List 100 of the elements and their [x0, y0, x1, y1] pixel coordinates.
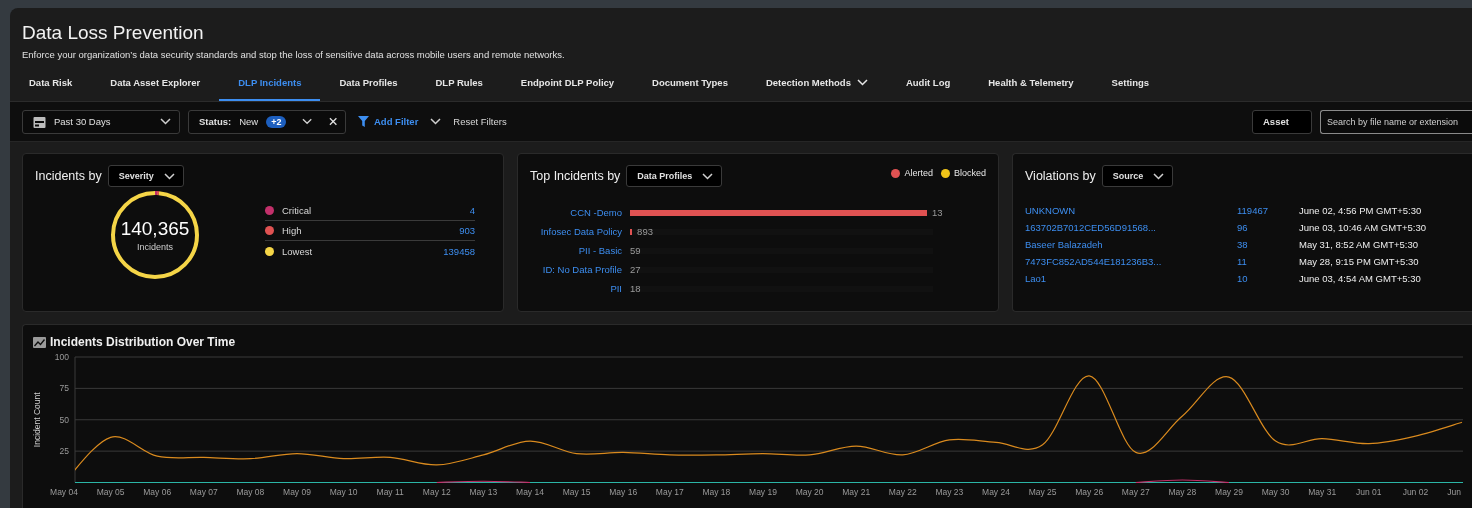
source-link[interactable]: Lao1	[1025, 273, 1237, 284]
axis-tick-label: May 30	[1261, 487, 1290, 497]
last-seen-time: June 03, 10:46 AM GMT+5:30	[1299, 222, 1427, 233]
axis-tick-label: Jun 02	[1402, 487, 1429, 497]
group-by-select[interactable]: Severity	[107, 165, 184, 187]
severity-count[interactable]: 903	[459, 225, 475, 236]
axis-tick-label: May 09	[283, 487, 311, 497]
source-link[interactable]: Baseer Balazadeh	[1025, 239, 1237, 250]
source-link[interactable]: 7473FC852AD544E181236B3...	[1025, 256, 1237, 267]
chevron-down-icon[interactable]	[430, 118, 442, 125]
add-filter-button[interactable]: Add Filter	[354, 116, 423, 127]
card-title: Incidents by	[35, 169, 102, 183]
card-title: Incidents Distribution Over Time	[50, 335, 236, 349]
axis-tick-label: May 12	[422, 487, 451, 497]
nav-tab[interactable]: Document Types	[633, 68, 747, 101]
profile-link[interactable]: PII - Basic	[530, 244, 622, 258]
source-link[interactable]: 163702B7012CED56D91568...	[1025, 222, 1237, 233]
axis-tick-label: May 27	[1121, 487, 1150, 497]
count-badge: +2	[266, 115, 287, 128]
nav-tab[interactable]: Detection Methods	[746, 68, 887, 101]
legend-label: Blocked	[953, 168, 986, 178]
date-range-select[interactable]: Past 30 Days	[22, 109, 180, 134]
axis-tick-label: May 23	[935, 487, 964, 497]
axis-tick-label: May 11	[376, 487, 404, 497]
axis-tick-label: 25	[59, 446, 69, 457]
last-seen-time: May 31, 8:52 AM GMT+5:30	[1299, 239, 1420, 250]
source-link[interactable]: UNKNOWN	[1025, 205, 1237, 216]
axis-tick-label: May 18	[702, 487, 731, 497]
violation-count[interactable]: 11	[1237, 256, 1299, 267]
page-subtitle: Enforce your organization’s data security standards and stop the loss of sensitive data across mobile users and remote networks.	[22, 49, 566, 60]
axis-tick-label: 50	[59, 414, 69, 425]
axis-tick-label: May 20	[795, 487, 824, 497]
profile-link[interactable]: CCN -Demo	[530, 206, 622, 220]
chevron-down-icon	[702, 172, 714, 180]
severity-label: Lowest	[282, 245, 314, 257]
last-seen-time: June 03, 4:54 AM GMT+5:30	[1299, 273, 1422, 284]
severity-label: High	[282, 225, 303, 236]
last-seen-time: May 28, 9:15 PM GMT+5:30	[1299, 256, 1420, 267]
axis-tick-label: May 14	[516, 487, 544, 497]
axis-tick-label: May 28	[1168, 487, 1197, 497]
axis-tick-label: 100	[54, 352, 69, 362]
violation-count[interactable]: 10	[1237, 273, 1299, 284]
legend-label: Alerted	[904, 168, 933, 178]
profile-link[interactable]: ID: No Data Profile	[530, 263, 622, 277]
nav-tab[interactable]: Endpoint DLP Policy	[501, 68, 634, 101]
close-icon[interactable]	[328, 117, 337, 126]
chevron-down-icon	[1153, 172, 1165, 180]
group-by-select[interactable]: Data Profiles	[626, 165, 723, 187]
bar-value: 13	[931, 206, 943, 220]
axis-tick-label: May 31	[1308, 487, 1337, 497]
line-chart-icon	[33, 336, 46, 348]
axis-tick-label: May 17	[655, 487, 684, 497]
bar-value: 893	[637, 225, 653, 239]
axis-tick-label: Jun	[1447, 487, 1461, 497]
axis-tick-label: May 24	[982, 487, 1010, 497]
filter-icon	[358, 116, 369, 127]
severity-count[interactable]: 4	[469, 205, 475, 216]
nav-tab[interactable]: Settings	[1092, 68, 1169, 101]
violation-count[interactable]: 38	[1237, 239, 1299, 250]
bar-value: 59	[630, 244, 641, 258]
axis-tick-label: May 19	[749, 487, 777, 497]
violation-count[interactable]: 119467	[1237, 205, 1299, 216]
asset-select[interactable]: Asset	[1252, 109, 1312, 134]
status-filter[interactable]: Status: New +2	[188, 109, 346, 134]
nav-tab[interactable]: Health & Telemetry	[969, 68, 1093, 101]
nav-tab[interactable]: Data Profiles	[320, 68, 417, 101]
axis-tick-label: May 08	[236, 487, 265, 497]
total-count: 140,365	[120, 218, 190, 240]
last-seen-time: June 02, 4:56 PM GMT+5:30	[1299, 205, 1423, 216]
total-label: Incidents	[137, 242, 173, 252]
reset-filters-button[interactable]: Reset Filters	[449, 116, 511, 127]
profile-link[interactable]: PII	[530, 282, 622, 296]
severity-count[interactable]: 139458	[443, 245, 475, 257]
nav-tab[interactable]: Data Risk	[10, 68, 92, 101]
axis-tick-label: May 04	[50, 487, 78, 497]
group-by-select[interactable]: Source	[1101, 165, 1174, 187]
nav-tab[interactable]: Audit Log	[886, 68, 970, 101]
card-title: Top Incidents by	[530, 169, 621, 183]
page-title: Data Loss Prevention	[22, 22, 205, 44]
nav-tab[interactable]: DLP Rules	[416, 68, 502, 101]
axis-tick-label: May 16	[609, 487, 638, 497]
search-field[interactable]: Search by file name or extension	[1320, 109, 1472, 134]
axis-tick-label: May 22	[888, 487, 917, 497]
axis-tick-label: May 10	[329, 487, 358, 497]
bar-value: 27	[630, 263, 641, 277]
axis-tick-label: May 29	[1215, 487, 1243, 497]
axis-tick-label: May 05	[96, 487, 125, 497]
nav-tab[interactable]: Data Asset Explorer	[91, 68, 220, 101]
axis-tick-label: May 06	[143, 487, 172, 497]
bar-value: 18	[630, 282, 641, 296]
violation-count[interactable]: 96	[1237, 222, 1299, 233]
chevron-down-icon	[160, 118, 171, 125]
axis-tick-label: May 07	[189, 487, 218, 497]
chevron-down-icon	[163, 172, 175, 180]
axis-tick-label: May 25	[1028, 487, 1057, 497]
axis-tick-label: 75	[59, 383, 69, 394]
severity-label: Critical	[282, 205, 313, 216]
card-title: Violations by	[1025, 169, 1096, 183]
profile-link[interactable]: Infosec Data Policy	[530, 225, 622, 239]
chevron-down-icon	[302, 118, 313, 125]
